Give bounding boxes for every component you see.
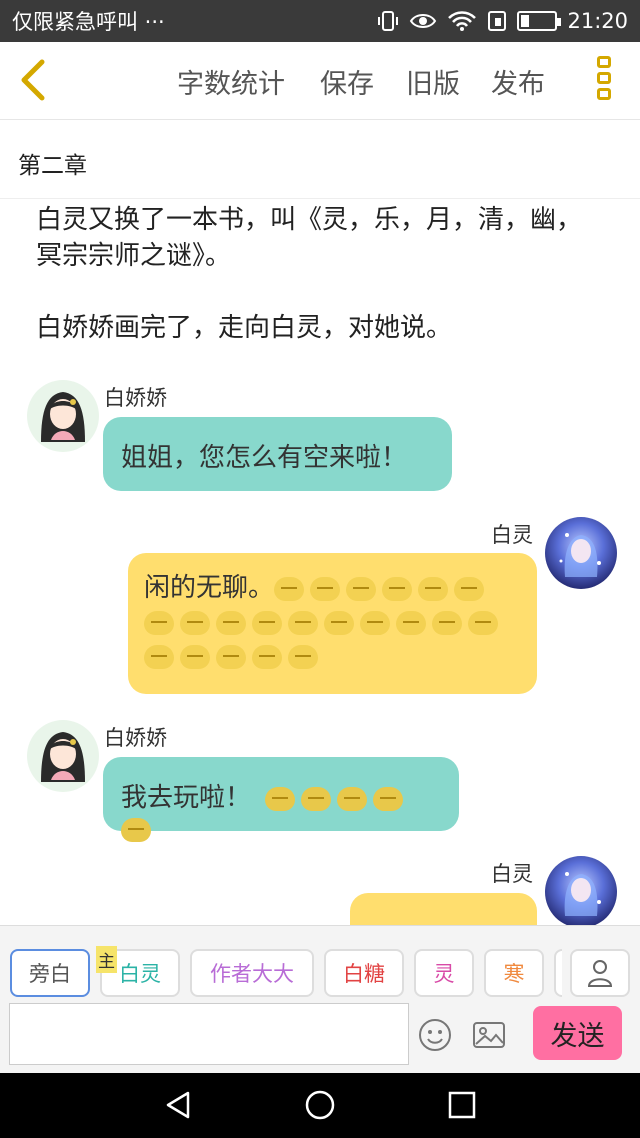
message-text: 闲的无聊。 — [144, 573, 275, 603]
nav-home-icon[interactable] — [304, 1089, 336, 1121]
person-icon — [587, 960, 613, 987]
chapter-title[interactable]: 第二章 — [18, 146, 87, 180]
narration-paragraph: 白灵又换了一本书，叫《灵，乐，月，清，幽，冥宗宗师之谜》。 — [36, 205, 583, 271]
character-chip-author[interactable]: 作者大大 — [190, 949, 314, 997]
character-chip-narrator[interactable]: 旁白 — [10, 949, 90, 997]
system-nav-bar — [0, 1073, 640, 1138]
status-time: 21:20 — [567, 9, 628, 33]
sim-icon — [488, 11, 507, 31]
speaker-name: 白娇娇 — [104, 726, 167, 750]
divider — [0, 198, 640, 199]
more-menu-icon[interactable] — [594, 56, 614, 106]
avatar-baijiaojiao[interactable] — [27, 380, 99, 452]
speaker-name: 白灵 — [491, 862, 533, 886]
narration-paragraph: 白娇娇画完了，走向白灵，对她说。 — [36, 313, 453, 343]
host-badge: 主 — [96, 946, 117, 973]
image-icon[interactable] — [472, 1018, 506, 1052]
character-chip-ling[interactable]: 灵 — [414, 949, 474, 997]
compose-panel: 旁白 白灵 主 作者大大 白糖 灵 寒 发送 — [0, 925, 640, 1073]
old-version-button[interactable]: 旧版 — [406, 62, 460, 101]
save-button[interactable]: 保存 — [320, 62, 374, 101]
publish-button[interactable]: 发布 — [491, 62, 545, 101]
avatar-bailing[interactable] — [545, 517, 617, 589]
editor-toolbar: 字数统计 保存 旧版 发布 — [0, 42, 640, 120]
wifi-icon — [448, 11, 477, 31]
back-arrow-icon[interactable] — [14, 56, 54, 104]
message-bubble[interactable]: 闲的无聊。 — [128, 553, 537, 694]
nav-recents-icon[interactable] — [446, 1089, 478, 1121]
nav-back-icon[interactable] — [162, 1089, 194, 1121]
message-input[interactable] — [9, 1003, 409, 1065]
message-bubble[interactable]: 我去玩啦！ — [103, 757, 459, 842]
message-bubble[interactable]: 姐姐，您怎么有空来啦！ — [103, 417, 452, 491]
eye-icon — [410, 14, 437, 28]
message-text: 我去玩啦！ — [121, 783, 252, 813]
character-chip-partial[interactable] — [554, 949, 562, 997]
message-text: 姐姐，您怎么有空来啦！ — [121, 443, 408, 473]
status-bar: 仅限紧急呼叫 ··· 21:20 — [0, 0, 640, 42]
avatar-baijiaojiao[interactable] — [27, 720, 99, 792]
vibrate-icon — [378, 11, 399, 31]
word-count-button[interactable]: 字数统计 — [177, 62, 285, 101]
status-text: 仅限紧急呼叫 ··· — [12, 10, 165, 34]
speaker-name: 白灵 — [491, 523, 533, 547]
character-manage-button[interactable] — [570, 949, 630, 997]
character-chip-han[interactable]: 寒 — [484, 949, 544, 997]
battery-icon — [517, 11, 562, 31]
send-button[interactable]: 发送 — [533, 1006, 622, 1060]
speaker-name: 白娇娇 — [104, 386, 167, 410]
emoji-icon[interactable] — [418, 1018, 452, 1052]
avatar-bailing[interactable] — [545, 856, 617, 928]
character-chip-baitang[interactable]: 白糖 — [324, 949, 404, 997]
